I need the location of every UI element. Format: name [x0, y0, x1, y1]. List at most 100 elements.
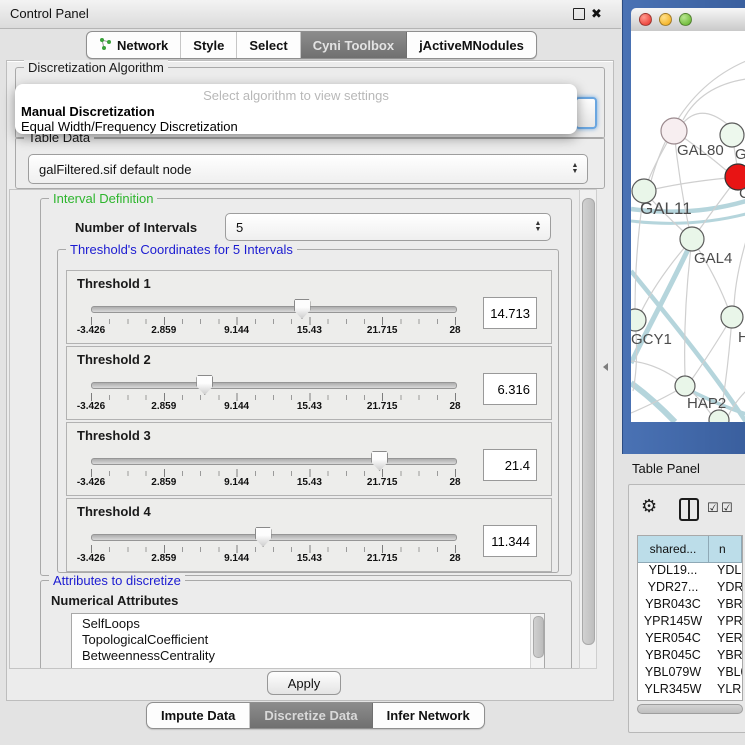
table-panel-title: Table Panel [632, 461, 700, 476]
threshold-coordinates-title: Threshold's Coordinates for 5 Intervals [66, 242, 297, 257]
control-panel-titlebar: Control Panel ✖ [0, 0, 621, 29]
node-gcy1[interactable] [631, 309, 646, 331]
list-item[interactable]: SelfLoops [82, 616, 544, 632]
tab-cyni-toolbox-label: Cyni Toolbox [313, 38, 394, 53]
tab-select[interactable]: Select [237, 32, 300, 58]
threshold-4-slider[interactable] [91, 529, 455, 545]
tab-impute-data[interactable]: Impute Data [147, 703, 250, 728]
number-of-intervals-value: 5 [226, 220, 530, 235]
attributes-list-scrollbar[interactable] [530, 614, 544, 668]
tab-discretize-data-label: Discretize Data [264, 708, 357, 723]
scrollbar-thumb[interactable] [637, 704, 743, 714]
splitter-collapse-icon[interactable] [603, 363, 608, 371]
dropdown-item-equal-width-frequency[interactable]: Equal Width/Frequency Discretization [21, 119, 238, 134]
apply-button[interactable]: Apply [267, 671, 341, 695]
tab-jactivemnodules-label: jActiveMNodules [419, 38, 524, 53]
tab-jactivemnodules[interactable]: jActiveMNodules [407, 32, 536, 58]
settings-vertical-scrollbar[interactable] [579, 189, 597, 669]
slider-thumb[interactable] [371, 451, 388, 471]
node-label-c: C [739, 185, 745, 202]
network-nodes[interactable] [631, 118, 745, 422]
node-label-g: G. [735, 146, 745, 163]
threshold-4-value-field[interactable] [483, 525, 537, 557]
node-label-gcy1: GCY1 [631, 331, 672, 348]
tab-network[interactable]: Network [87, 32, 181, 58]
tab-infer-network[interactable]: Infer Network [373, 703, 484, 728]
slider-thumb[interactable] [294, 299, 311, 319]
dropdown-item-manual-discretization[interactable]: Manual Discretization [21, 104, 155, 119]
float-window-icon[interactable] [573, 8, 585, 20]
network-view-window: GAL80 G. C GAL11 GAL4 GCY1 H HAP2 [622, 0, 745, 454]
threshold-1-value-field[interactable] [483, 297, 537, 329]
node-h[interactable] [721, 306, 743, 328]
table-row[interactable]: YDL19...YDL1 [638, 563, 742, 580]
number-of-intervals-combobox[interactable]: 5 ▲▼ [225, 213, 551, 241]
column-header-shared-name[interactable]: shared... [638, 536, 709, 562]
gear-icon[interactable]: ⚙ [641, 496, 657, 517]
checkbox-icon[interactable]: ☑ [707, 500, 719, 516]
threshold-1-panel: Threshold 1 -3.426 2.859 9.144 15.43 [66, 270, 552, 344]
zoom-traffic-light-icon[interactable] [679, 13, 692, 26]
node-label-h: H [738, 329, 745, 346]
table-row[interactable]: YBR043CYBR0 [638, 597, 742, 614]
interval-definition-group: Interval Definition Number of Intervals … [40, 198, 572, 576]
slider-tick-labels: -3.426 2.859 9.144 15.43 21.715 28 [91, 401, 455, 413]
control-panel-tabs: Network Style Select Cyni Toolbox jActiv… [86, 31, 537, 59]
table-horizontal-scrollbar[interactable] [637, 704, 743, 715]
threshold-2-value-field[interactable] [483, 373, 537, 405]
table-row[interactable]: YLR345WYLR3 [638, 682, 742, 699]
numerical-attributes-list[interactable]: SelfLoops TopologicalCoefficient Between… [71, 613, 545, 669]
node-hap2[interactable] [675, 376, 695, 396]
table-row[interactable]: YPR145WYPR1 [638, 614, 742, 631]
threshold-2-slider[interactable] [91, 377, 455, 393]
tab-style[interactable]: Style [181, 32, 237, 58]
table-row[interactable]: YIL052CYIL0 [638, 699, 742, 701]
checkbox-icon[interactable]: ☑ [721, 500, 733, 516]
threshold-3-value-field[interactable] [483, 449, 537, 481]
network-icon [99, 37, 112, 53]
scrollbar-thumb[interactable] [582, 198, 595, 645]
settings-scroll-viewport: Interval Definition Number of Intervals … [9, 189, 581, 669]
slider-track[interactable] [91, 534, 457, 541]
table-row[interactable]: YBR045CYBR0 [638, 648, 742, 665]
node-label-hap2: HAP2 [687, 395, 726, 412]
threshold-3-slider[interactable] [91, 453, 455, 469]
tab-cyni-toolbox[interactable]: Cyni Toolbox [301, 32, 407, 58]
slider-track[interactable] [91, 458, 457, 465]
slider-thumb[interactable] [196, 375, 213, 395]
close-traffic-light-icon[interactable] [639, 13, 652, 26]
slider-track[interactable] [91, 382, 457, 389]
threshold-2-panel: Threshold 2 -3.426 2.859 9.144 15.43 [66, 346, 552, 420]
network-window-titlebar[interactable] [631, 8, 745, 32]
slider-thumb[interactable] [255, 527, 272, 547]
table-row[interactable]: YER054CYER0 [638, 631, 742, 648]
node-attribute-table[interactable]: shared... n YDL19...YDL1 YDR27...YDR2 YB… [637, 535, 743, 701]
threshold-4-label: Threshold 4 [77, 504, 151, 519]
slider-tick-labels: -3.426 2.859 9.144 15.43 21.715 28 [91, 477, 455, 489]
node-gal80[interactable] [661, 118, 687, 144]
scrollbar-thumb[interactable] [533, 616, 544, 658]
table-row[interactable]: YBL079WYBL0 [638, 665, 742, 682]
list-item[interactable]: BetweennessCentrality [82, 648, 544, 664]
list-item[interactable]: TopologicalCoefficient [82, 632, 544, 648]
threshold-1-label: Threshold 1 [77, 276, 151, 291]
algorithm-combobox-focused-edge[interactable] [575, 97, 597, 129]
minimize-traffic-light-icon[interactable] [659, 13, 672, 26]
slider-tick-labels: -3.426 2.859 9.144 15.43 21.715 28 [91, 553, 455, 565]
close-icon[interactable]: ✖ [591, 6, 602, 22]
node-gal4[interactable] [680, 227, 704, 251]
threshold-3-label: Threshold 3 [77, 428, 151, 443]
attributes-to-discretize-group: Attributes to discretize Numerical Attri… [40, 580, 572, 669]
tab-discretize-data[interactable]: Discretize Data [250, 703, 372, 728]
node-label-gal4: GAL4 [694, 250, 732, 267]
table-data-combobox[interactable]: galFiltered.sif default node ▲▼ [28, 154, 588, 184]
slider-track[interactable] [91, 306, 457, 313]
table-row[interactable]: YDR27...YDR2 [638, 580, 742, 597]
number-of-intervals-label: Number of Intervals [75, 220, 197, 235]
table-data-group: Table Data galFiltered.sif default node … [15, 137, 605, 189]
column-header-name[interactable]: n [709, 536, 742, 562]
cyni-toolbox-panel: Discretization Algorithm Select algorith… [6, 60, 614, 701]
threshold-1-slider[interactable] [91, 301, 455, 317]
split-columns-icon[interactable] [679, 498, 699, 521]
network-canvas[interactable]: GAL80 G. C GAL11 GAL4 GCY1 H HAP2 [631, 31, 745, 422]
